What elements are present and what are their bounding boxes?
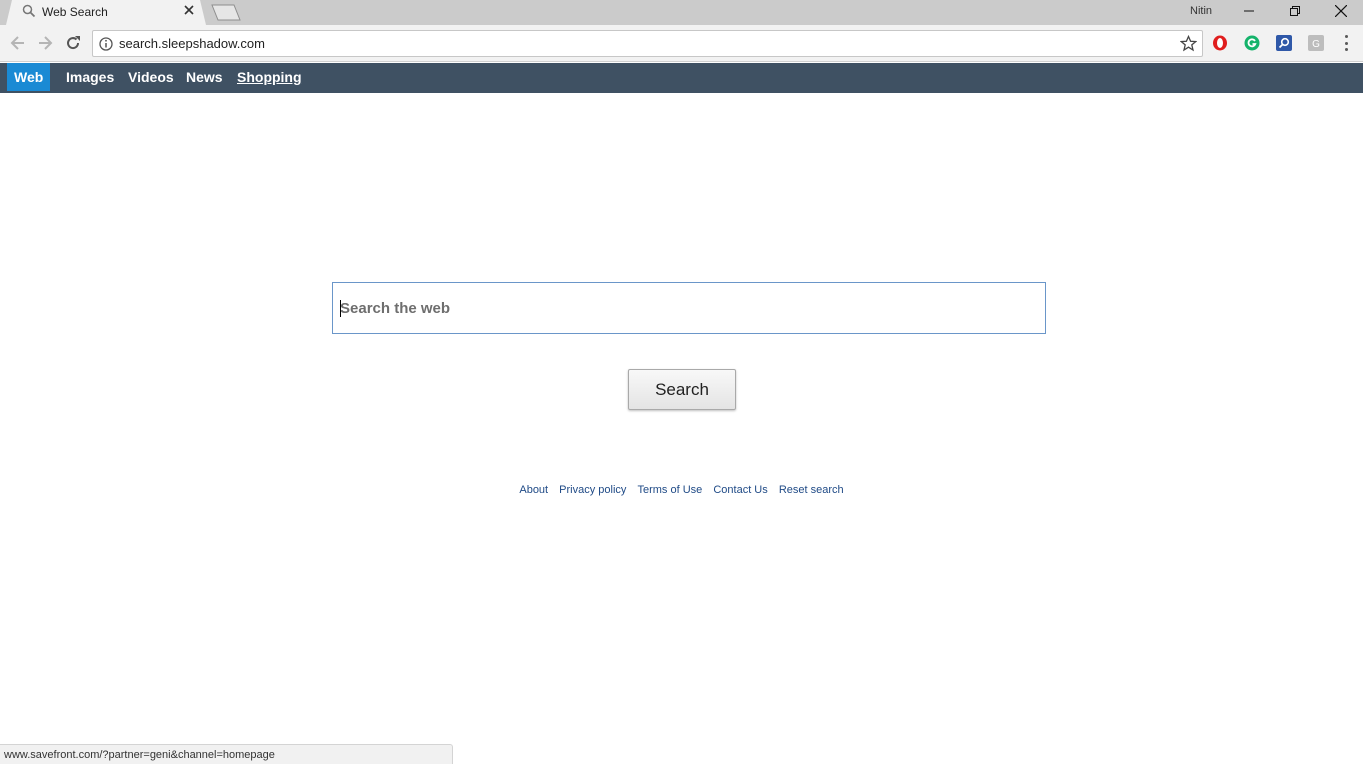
nav-images[interactable]: Images [66, 63, 114, 91]
footer-about-link[interactable]: About [519, 484, 548, 496]
search-extension-icon[interactable] [1276, 35, 1292, 51]
profile-name[interactable]: Nitin [1190, 5, 1212, 17]
site-nav: Web Images Videos News Shopping [0, 63, 1363, 93]
nav-videos[interactable]: Videos [128, 63, 174, 91]
back-arrow-icon [10, 36, 24, 50]
grammarly-extension-icon[interactable] [1244, 35, 1260, 51]
search-placeholder: Search the web [340, 300, 451, 317]
footer-reset-link[interactable]: Reset search [779, 484, 844, 496]
footer-links: About Privacy policy Terms of Use Contac… [0, 484, 1363, 496]
star-icon[interactable] [1180, 35, 1197, 52]
search-button[interactable]: Search [628, 369, 736, 410]
minimize-icon [1244, 10, 1254, 12]
nav-web[interactable]: Web [7, 63, 51, 91]
info-icon[interactable] [99, 37, 113, 51]
reload-button[interactable] [64, 34, 82, 52]
address-bar[interactable]: search.sleepshadow.com [92, 30, 1203, 57]
forward-arrow-icon [39, 36, 53, 50]
g-extension-icon[interactable]: G [1308, 35, 1324, 51]
footer-terms-link[interactable]: Terms of Use [637, 484, 702, 496]
footer-privacy-link[interactable]: Privacy policy [559, 484, 626, 496]
back-button[interactable] [9, 34, 27, 52]
nav-news[interactable]: News [186, 63, 223, 91]
reload-icon [67, 36, 80, 50]
text-caret [340, 300, 341, 317]
magnifier-icon [22, 4, 36, 18]
status-bubble: www.savefront.com/?partner=geni&channel=… [0, 744, 453, 764]
url-text[interactable]: search.sleepshadow.com [119, 36, 265, 51]
close-window-icon [1335, 5, 1347, 17]
new-tab-button[interactable] [210, 4, 242, 21]
restore-icon [1290, 6, 1300, 16]
browser-toolbar: search.sleepshadow.com G [0, 25, 1363, 62]
tab-title: Web Search [42, 5, 108, 19]
restore-button[interactable] [1272, 0, 1318, 22]
opera-extension-icon[interactable] [1212, 35, 1228, 51]
footer-contact-link[interactable]: Contact Us [713, 484, 767, 496]
search-input[interactable]: Search the web [332, 282, 1046, 334]
forward-button[interactable] [36, 34, 54, 52]
nav-shopping[interactable]: Shopping [237, 63, 302, 91]
svg-text:G: G [1312, 39, 1320, 50]
close-window-button[interactable] [1318, 0, 1363, 22]
minimize-button[interactable] [1226, 0, 1272, 22]
close-icon[interactable] [182, 3, 196, 17]
tab-strip: Web Search Nitin [0, 0, 1363, 25]
vertical-dots-icon[interactable] [1340, 35, 1352, 51]
